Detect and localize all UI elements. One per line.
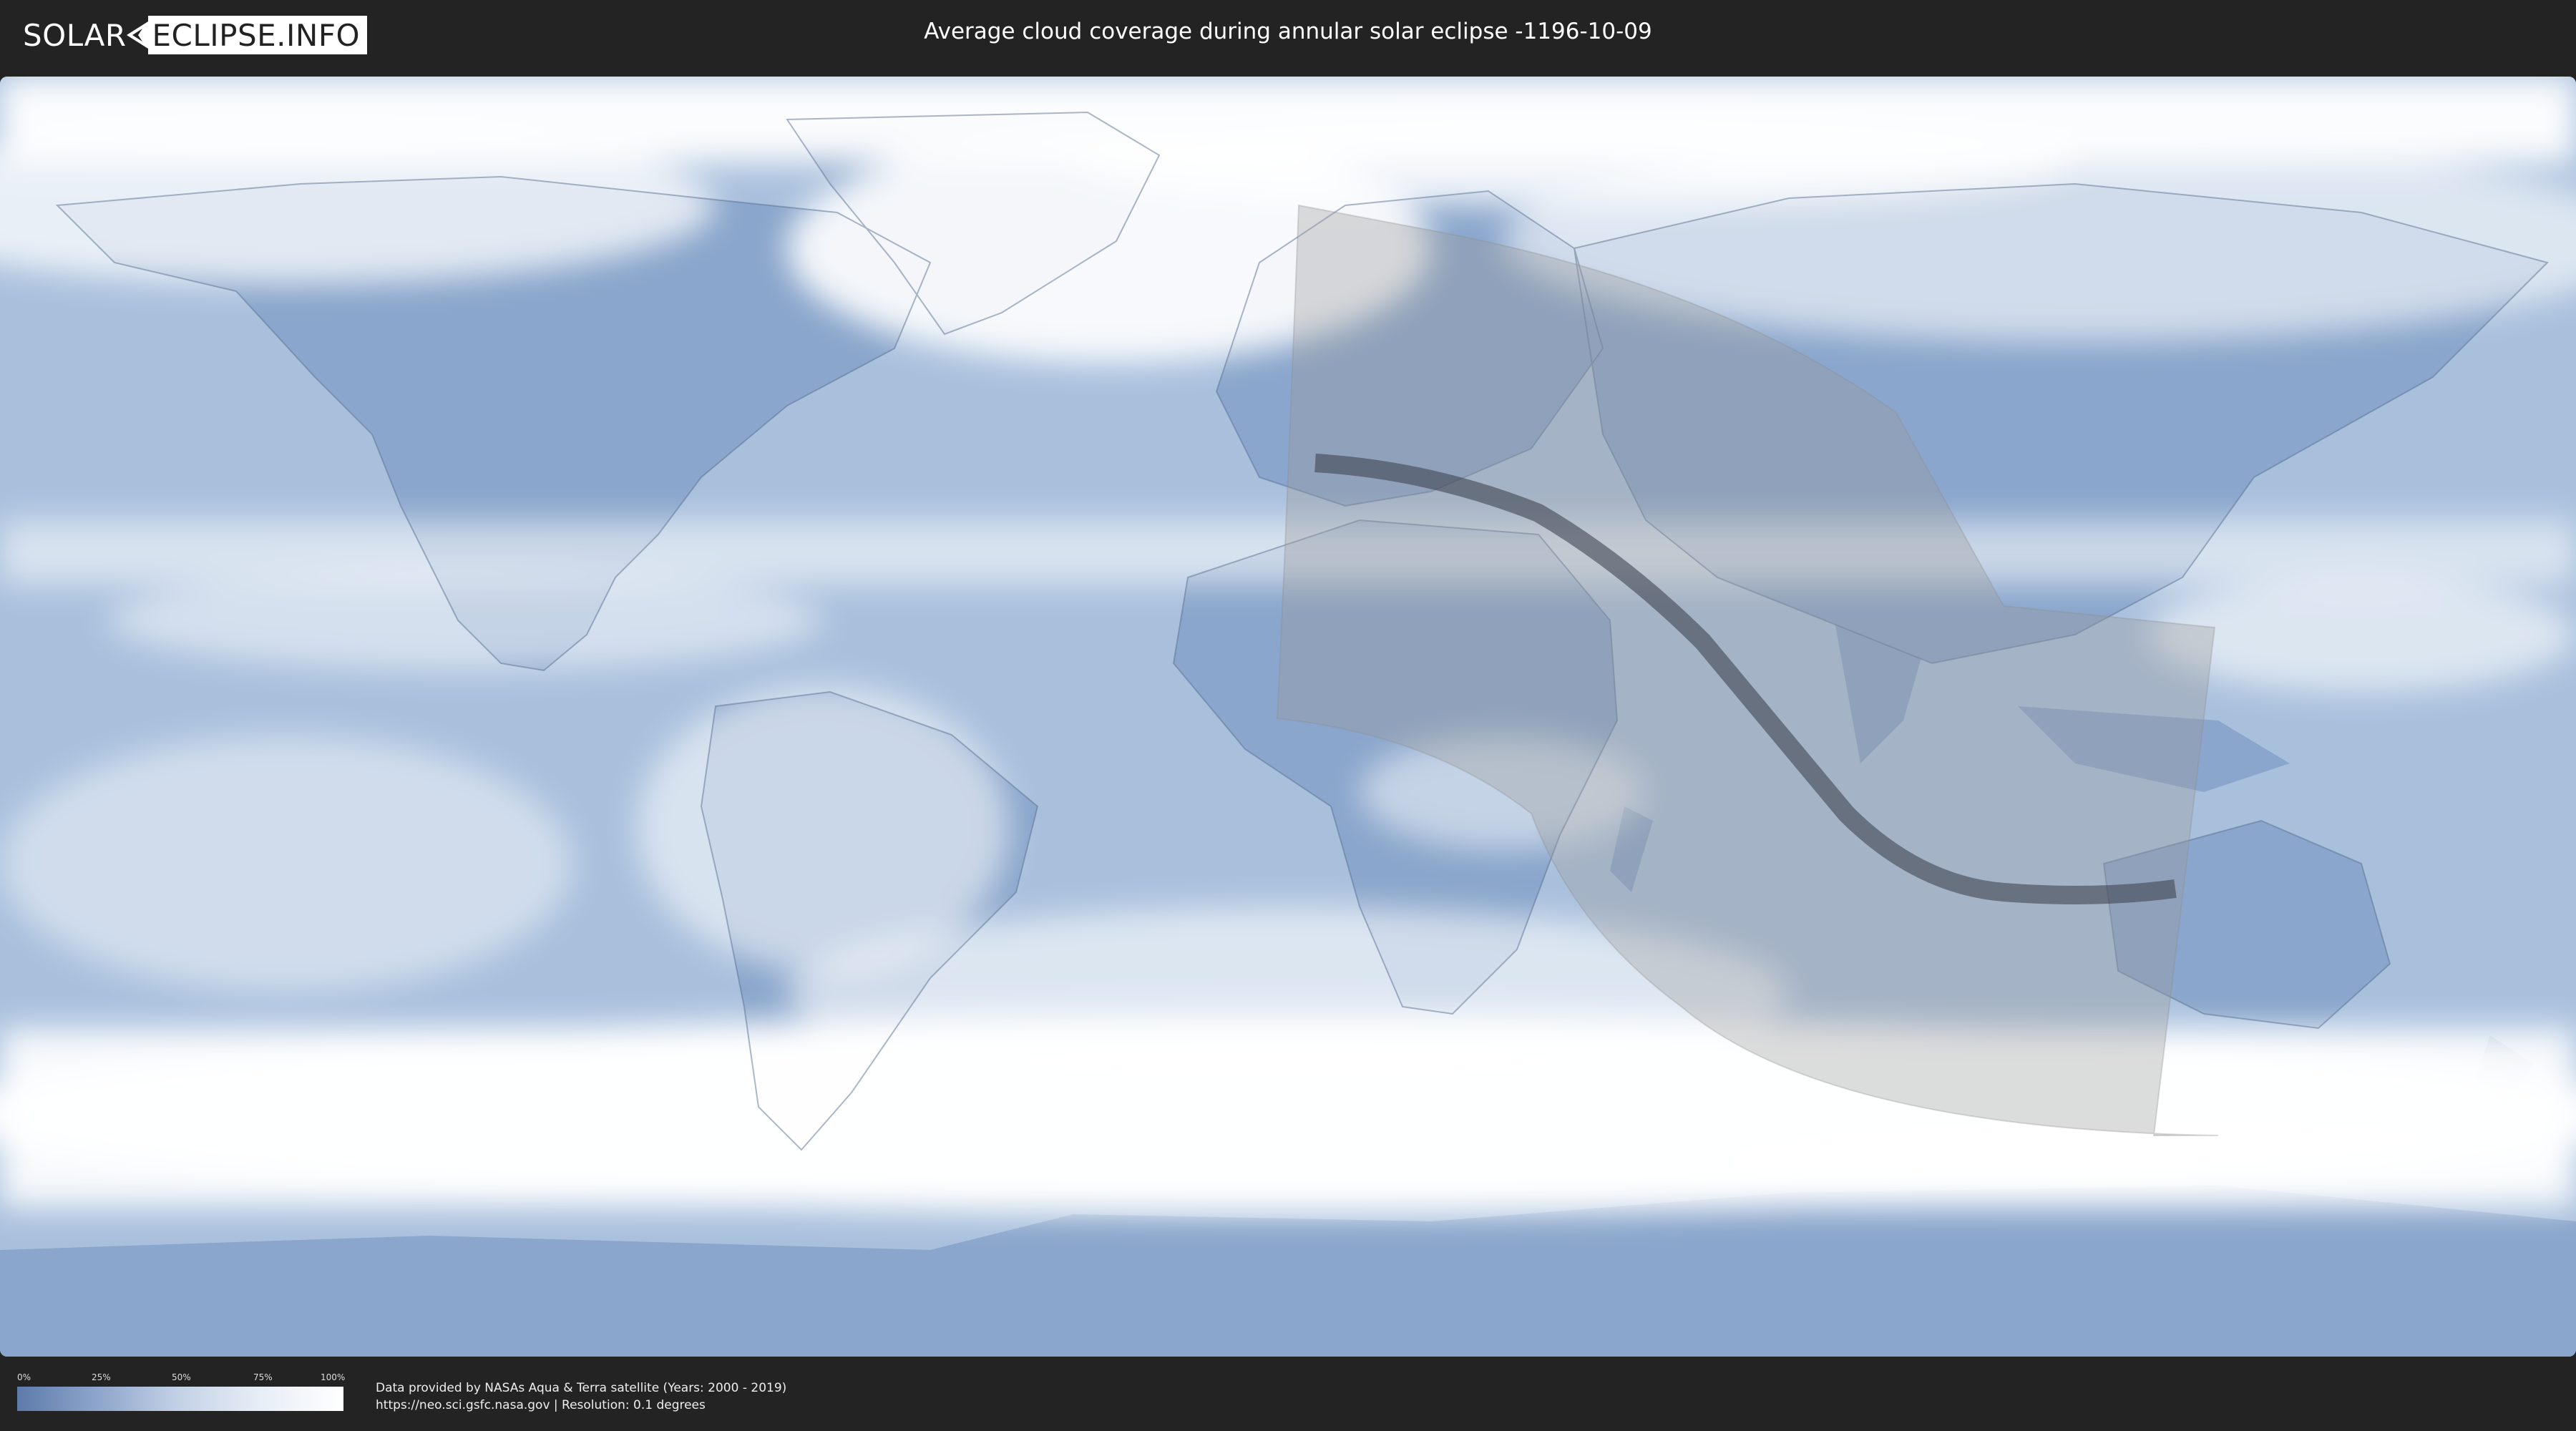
legend-tick-50: 50% xyxy=(172,1372,191,1382)
legend-tick-25: 25% xyxy=(92,1372,111,1382)
source-line-2: https://neo.sci.gsfc.nasa.gov | Resoluti… xyxy=(376,1398,706,1412)
legend-tick-100: 100% xyxy=(321,1372,346,1382)
legend-tick-0: 0% xyxy=(17,1372,31,1382)
source-line-1: Data provided by NASAs Aqua & Terra sate… xyxy=(376,1381,787,1395)
legend-color-bar xyxy=(17,1387,343,1411)
page-title: Average cloud coverage during annular so… xyxy=(924,19,1652,44)
header-bar: SOLAR ECLIPSE.INFO Average cloud coverag… xyxy=(0,0,2576,72)
data-source-text: Data provided by NASAs Aqua & Terra sate… xyxy=(376,1379,786,1414)
world-map-svg xyxy=(0,77,2576,1357)
legend-tick-75: 75% xyxy=(253,1372,273,1382)
cloud-coverage-map[interactable] xyxy=(0,77,2576,1357)
